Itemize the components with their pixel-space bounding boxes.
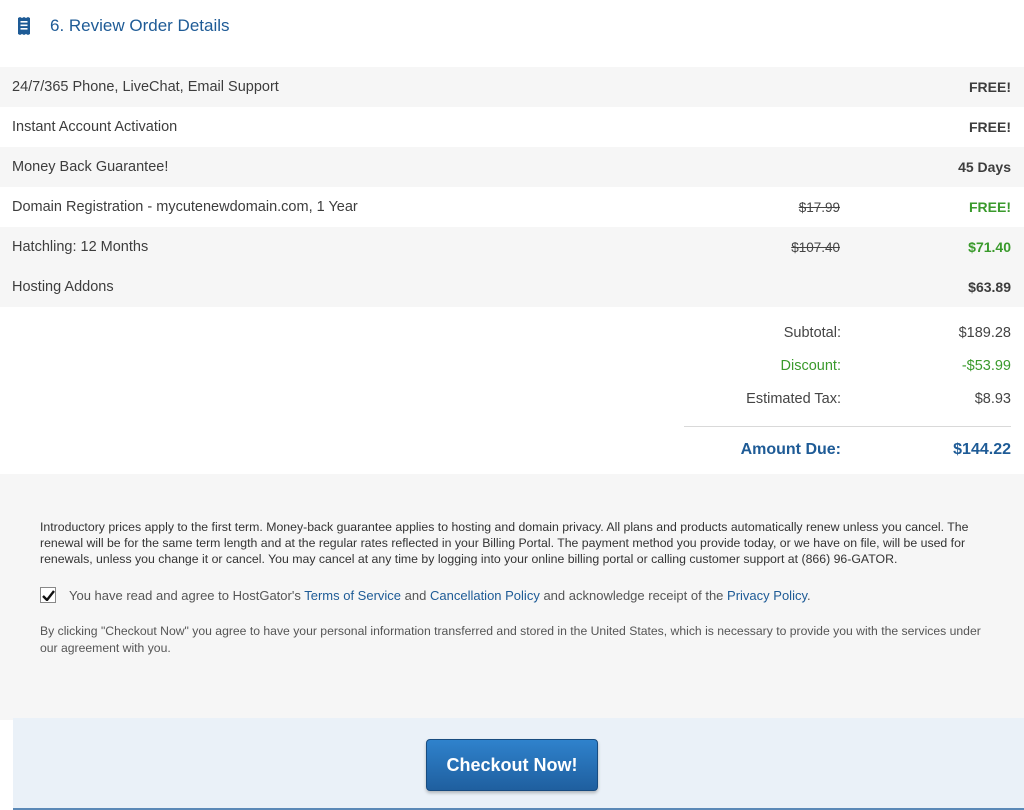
item-price: $71.40 xyxy=(968,239,1011,255)
discount-value: -$53.99 xyxy=(961,358,1011,374)
checkmark-icon xyxy=(41,589,55,601)
terms-agreement: You have read and agree to HostGator's T… xyxy=(40,587,986,603)
checkout-now-button[interactable]: Checkout Now! xyxy=(426,739,598,791)
agree-end: . xyxy=(807,587,811,603)
legal-section: Introductory prices apply to the first t… xyxy=(0,474,1024,720)
agree-mid: and acknowledge receipt of the xyxy=(543,587,724,603)
order-totals: Subtotal: $189.28 Discount: -$53.99 Esti… xyxy=(0,307,1024,474)
item-price: 45 Days xyxy=(958,159,1011,175)
privacy-policy-link[interactable]: Privacy Policy xyxy=(727,588,807,603)
agree-prefix: You have read and agree to HostGator's xyxy=(69,587,301,603)
agree-and: and xyxy=(404,587,427,603)
item-label: Domain Registration - mycutenewdomain.co… xyxy=(12,199,358,215)
cancellation-policy-link[interactable]: Cancellation Policy xyxy=(430,588,540,603)
item-price: $63.89 xyxy=(968,279,1011,295)
terms-of-service-link[interactable]: Terms of Service xyxy=(304,588,401,603)
discount-label: Discount: xyxy=(780,358,841,374)
item-label: Money Back Guarantee! xyxy=(12,159,169,175)
discount-row: Discount: -$53.99 xyxy=(591,358,1011,378)
tax-row: Estimated Tax: $8.93 xyxy=(591,391,1011,411)
data-transfer-consent: By clicking "Checkout Now" you agree to … xyxy=(40,624,981,655)
item-label: Hosting Addons xyxy=(12,279,114,295)
intro-pricing-text: Introductory prices apply to the first t… xyxy=(40,520,969,566)
agree-checkbox[interactable] xyxy=(40,587,56,603)
order-item-hatchling: Hatchling: 12 Months $107.40 $71.40 xyxy=(0,227,1024,267)
checkout-area: Checkout Now! xyxy=(13,718,1024,810)
item-label: Hatchling: 12 Months xyxy=(12,239,149,255)
order-item-activation: Instant Account Activation FREE! xyxy=(0,107,1024,147)
totals-divider xyxy=(684,426,1011,427)
page-title: 6. Review Order Details xyxy=(50,16,230,35)
item-price: FREE! xyxy=(969,199,1011,215)
subtotal-label: Subtotal: xyxy=(783,325,841,341)
order-item-domain: Domain Registration - mycutenewdomain.co… xyxy=(0,187,1024,227)
order-item-support: 24/7/365 Phone, LiveChat, Email Support … xyxy=(0,67,1024,107)
amount-due-value: $144.22 xyxy=(953,441,1011,458)
amount-due-row: Amount Due: $144.22 xyxy=(591,441,1011,461)
subtotal-value: $189.28 xyxy=(958,325,1011,341)
item-label: Instant Account Activation xyxy=(12,119,178,135)
subtotal-row: Subtotal: $189.28 xyxy=(591,325,1011,345)
tax-value: $8.93 xyxy=(974,391,1011,407)
item-original-price: $17.99 xyxy=(798,199,840,215)
section-header: 6. Review Order Details xyxy=(0,0,1024,52)
order-items: 24/7/365 Phone, LiveChat, Email Support … xyxy=(0,67,1024,307)
order-item-addons: Hosting Addons $63.89 xyxy=(0,267,1024,307)
amount-due-label: Amount Due: xyxy=(740,441,841,458)
tax-label: Estimated Tax: xyxy=(746,391,841,407)
item-original-price: $107.40 xyxy=(791,239,840,255)
order-item-guarantee: Money Back Guarantee! 45 Days xyxy=(0,147,1024,187)
receipt-icon xyxy=(16,17,32,35)
item-price: FREE! xyxy=(969,119,1011,135)
item-price: FREE! xyxy=(969,79,1011,95)
item-label: 24/7/365 Phone, LiveChat, Email Support xyxy=(12,79,279,95)
